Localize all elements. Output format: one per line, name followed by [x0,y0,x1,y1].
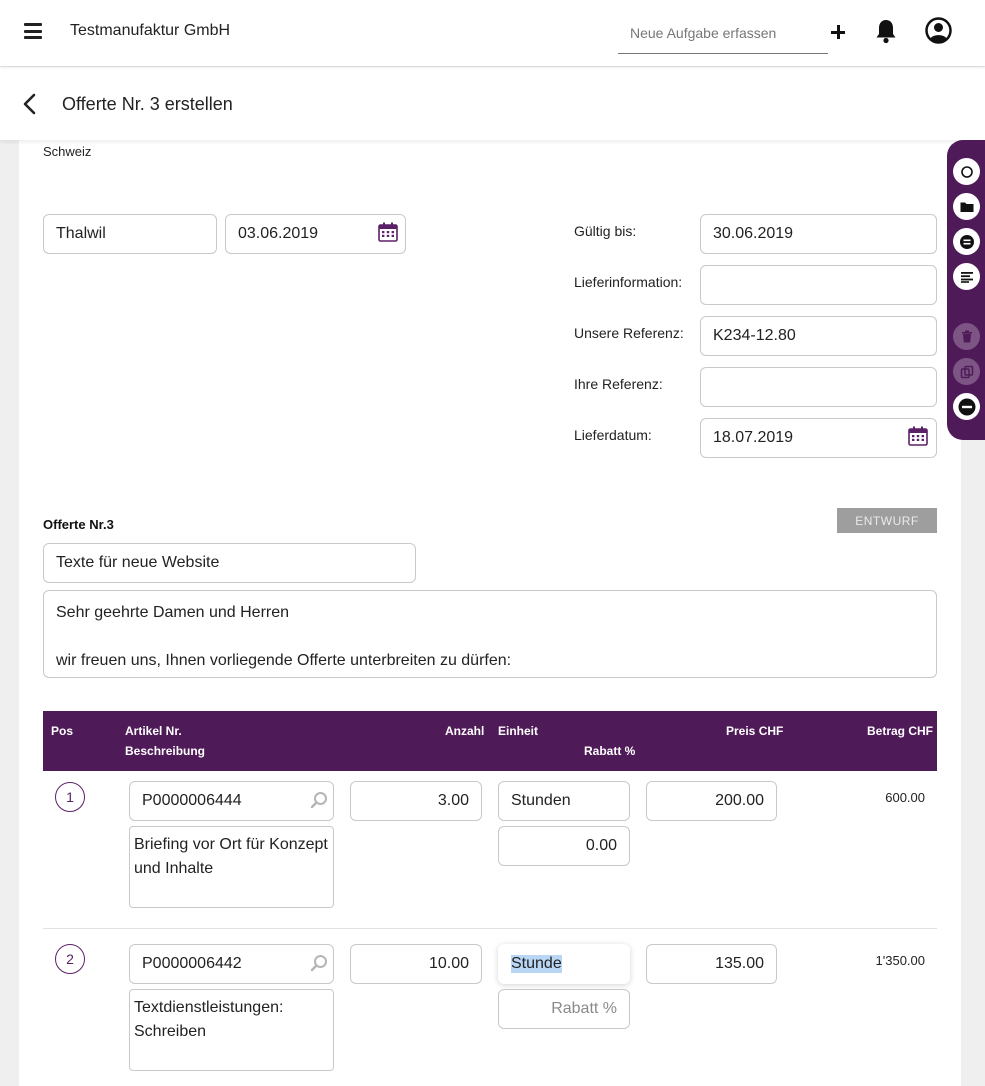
our-reference-label: Unsere Referenz: [574,325,684,341]
calendar-icon[interactable] [378,222,398,242]
intro-line-2: wir freuen uns, Ihnen vorliegende Offert… [56,652,512,669]
col-amount: Betrag CHF [867,724,934,738]
description-line-2: Schreiben [134,1023,207,1040]
discount-field[interactable]: 0.00 [498,826,630,866]
our-reference-field[interactable]: K234-12.80 [700,316,937,356]
col-article: Artikel Nr. [125,724,182,738]
discount-field[interactable]: Rabatt % [498,989,630,1029]
delivery-info-field[interactable] [700,265,937,305]
unit-field-focused[interactable]: Stunde [498,944,630,984]
offer-subject-field[interactable]: Texte für neue Website [43,543,416,583]
folder-icon [960,202,973,212]
offer-heading: Offerte Nr.3 [43,517,114,532]
delete-button[interactable] [953,323,980,350]
page-title: Offerte Nr. 3 erstellen [62,94,233,114]
description-field[interactable]: Textdienstleistungen: Schreiben [129,989,334,1071]
delivery-date-field[interactable]: 18.07.2019 [700,418,937,458]
page-header: Offerte Nr. 3 erstellen [0,67,985,140]
description-line-1: Textdienstleistungen: [134,999,284,1016]
valid-until-value: 30.06.2019 [713,225,794,242]
offer-date-value: 03.06.2019 [238,225,319,242]
col-price: Preis CHF [726,724,784,738]
address-country: Schweiz [43,144,92,159]
line-amount: 600.00 [885,790,925,805]
description-line-2: und Inhalte [134,860,214,877]
back-arrow-icon[interactable] [20,92,38,116]
folder-button[interactable] [953,193,980,220]
search-icon[interactable] [310,791,328,809]
minus-circle-icon [958,398,975,415]
delivery-info-label: Lieferinformation: [574,274,683,290]
description-field[interactable]: Briefing vor Ort für Konzept und Inhalte [129,826,334,908]
discount-value: 0.00 [585,837,617,854]
line-amount: 1'350.00 [875,953,925,968]
unit-value: Stunden [511,792,571,809]
text-align-button[interactable] [953,263,980,290]
copy-icon [960,365,973,378]
valid-until-label: Gültig bis: [574,223,637,239]
price-value: 135.00 [715,955,764,972]
row-divider [43,928,937,929]
city-value: Thalwil [56,225,106,242]
copy-button[interactable] [953,358,980,385]
valid-until-field[interactable]: 30.06.2019 [700,214,937,254]
new-task-input[interactable] [618,12,828,54]
hamburger-menu-icon[interactable] [24,22,44,40]
equals-icon [959,234,974,249]
your-reference-field[interactable] [700,367,937,407]
delivery-date-value: 18.07.2019 [713,429,794,446]
article-number-value: P0000006444 [142,792,242,809]
summary-button[interactable] [953,228,980,255]
trash-icon [961,330,972,343]
our-reference-value: K234-12.80 [713,327,796,344]
status-badge: ENTWURF [837,508,937,533]
action-rail [947,140,985,440]
text-lines-icon [960,271,973,283]
position-number: 1 [55,782,85,812]
price-field[interactable]: 200.00 [646,781,777,821]
article-number-value: P0000006442 [142,955,242,972]
calendar-icon[interactable] [908,426,928,446]
unit-field[interactable]: Stunden [498,781,630,821]
intro-line-1: Sehr geehrte Damen und Herren [56,604,290,621]
add-task-plus-icon[interactable] [831,25,845,39]
city-field[interactable]: Thalwil [43,214,217,254]
search-icon[interactable] [310,954,328,972]
position-number: 2 [55,944,85,974]
offer-subject-value: Texte für neue Website [56,554,220,571]
article-number-field[interactable]: P0000006444 [129,781,334,821]
col-quantity: Anzahl [445,724,485,738]
delivery-date-label: Lieferdatum: [574,427,652,443]
description-line-1: Briefing vor Ort für Konzept [134,836,328,853]
article-number-field[interactable]: P0000006442 [129,944,334,984]
discount-placeholder: Rabatt % [551,1000,617,1017]
company-name: Testmanufaktur GmbH [70,22,231,39]
col-description: Beschreibung [125,744,206,758]
quantity-field[interactable]: 3.00 [350,781,482,821]
remove-button[interactable] [953,393,980,420]
notification-bell-icon[interactable] [874,18,898,44]
user-account-icon[interactable] [925,17,952,44]
status-circle-button[interactable] [953,158,980,185]
circle-outline-icon [960,165,973,178]
intro-text-area[interactable]: Sehr geehrte Damen und Herren wir freuen… [43,590,937,678]
positions-table-header: Pos Artikel Nr. Beschreibung Anzahl Einh… [43,711,937,771]
price-field[interactable]: 135.00 [646,944,777,984]
price-value: 200.00 [715,792,764,809]
quantity-value: 10.00 [428,955,469,972]
quantity-field[interactable]: 10.00 [350,944,482,984]
col-unit: Einheit [498,724,539,738]
col-discount: Rabatt % [584,744,636,758]
your-reference-label: Ihre Referenz: [574,376,663,392]
quantity-value: 3.00 [437,792,469,809]
top-app-bar: Testmanufaktur GmbH [0,0,985,66]
col-pos: Pos [51,724,74,738]
unit-value: Stunde [511,955,562,973]
